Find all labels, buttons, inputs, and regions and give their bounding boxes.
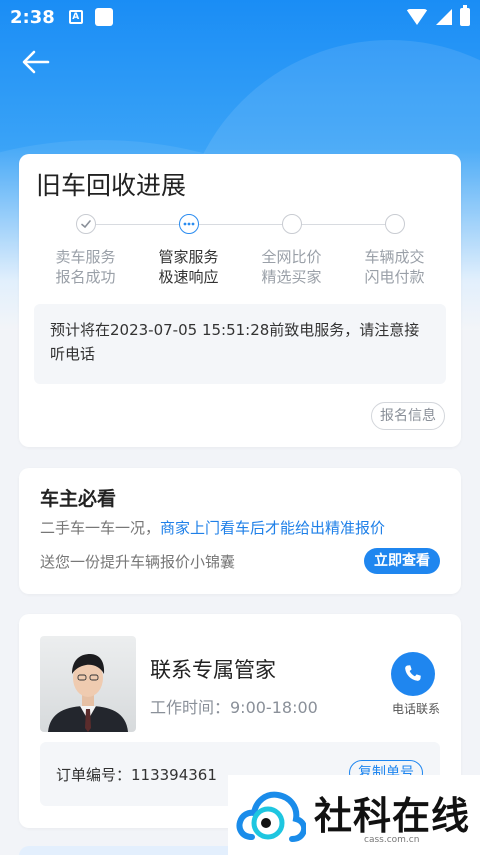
butler-title: 联系专属管家 bbox=[150, 658, 276, 682]
ellipsis-icon bbox=[178, 214, 199, 234]
person-photo bbox=[48, 654, 128, 732]
check-icon bbox=[75, 214, 96, 234]
wifi-icon bbox=[406, 9, 428, 25]
arrow-left-icon bbox=[22, 50, 50, 74]
step-sublabel: 精选买家 bbox=[261, 268, 322, 286]
step-connector bbox=[188, 224, 292, 225]
cloud-logo-icon bbox=[236, 791, 306, 842]
order-number: 订单编号：113394361 bbox=[56, 766, 217, 784]
owner-tips-text: 二手车一车一况， bbox=[40, 519, 161, 537]
pending-circle-icon bbox=[281, 214, 302, 234]
call-label[interactable]: 电话联系 bbox=[392, 700, 440, 717]
working-hours: 工作时间：9:00-18:00 bbox=[150, 698, 318, 717]
service-notice: 预计将在2023-07-05 15:51:28前致电服务，请注意接听电话 bbox=[34, 304, 446, 384]
notification-square-icon bbox=[94, 8, 113, 26]
phone-icon bbox=[405, 665, 421, 681]
owner-tips-heading: 车主必看 bbox=[40, 488, 117, 510]
butler-avatar bbox=[40, 636, 136, 732]
call-button[interactable] bbox=[391, 652, 435, 696]
page-title: 旧车回收进展 bbox=[36, 171, 187, 200]
status-icons bbox=[406, 5, 470, 26]
step-label: 管家服务 bbox=[158, 248, 219, 266]
step-connector bbox=[291, 224, 395, 225]
battery-icon bbox=[460, 5, 470, 26]
progress-card: 旧车回收进展 卖车服务 报名成功 管家服务 极速响应 全网比价 精选买家 车辆成… bbox=[19, 154, 461, 447]
step-label: 车辆成交 bbox=[364, 248, 425, 266]
status-time: 2:38 bbox=[10, 6, 55, 28]
pending-circle-icon bbox=[384, 214, 405, 234]
step-label: 卖车服务 bbox=[55, 248, 116, 266]
signal-icon bbox=[436, 9, 452, 25]
status-bar: 2:38 A bbox=[0, 0, 480, 34]
notification-a-icon: A bbox=[68, 10, 83, 24]
owner-tips-line: 二手车一车一况，商家上门看车后才能给出精准报价 bbox=[40, 517, 385, 538]
owner-tips-highlight: 商家上门看车后才能给出精准报价 bbox=[160, 519, 386, 537]
progress-steps: 卖车服务 报名成功 管家服务 极速响应 全网比价 精选买家 车辆成交 闪电付款 bbox=[34, 214, 446, 287]
owner-tips-subline: 送您一份提升车辆报价小锦囊 bbox=[40, 553, 236, 571]
owner-tips-card: 车主必看 二手车一车一况，商家上门看车后才能给出精准报价 送您一份提升车辆报价小… bbox=[19, 468, 461, 594]
step-sublabel: 闪电付款 bbox=[364, 268, 425, 286]
view-now-button[interactable]: 立即查看 bbox=[364, 548, 440, 574]
back-button[interactable] bbox=[18, 44, 54, 80]
step-1: 卖车服务 报名成功 bbox=[34, 214, 189, 287]
step-sublabel: 报名成功 bbox=[55, 268, 116, 286]
watermark-text: 社科在线 bbox=[314, 793, 471, 838]
step-label: 全网比价 bbox=[261, 248, 322, 266]
step-sublabel: 极速响应 bbox=[158, 268, 219, 286]
watermark-overlay: 社科在线 cass.com.cn bbox=[228, 775, 480, 855]
step-connector bbox=[85, 224, 189, 225]
registration-info-button[interactable]: 报名信息 bbox=[371, 402, 445, 430]
watermark-url: cass.com.cn bbox=[364, 835, 420, 845]
